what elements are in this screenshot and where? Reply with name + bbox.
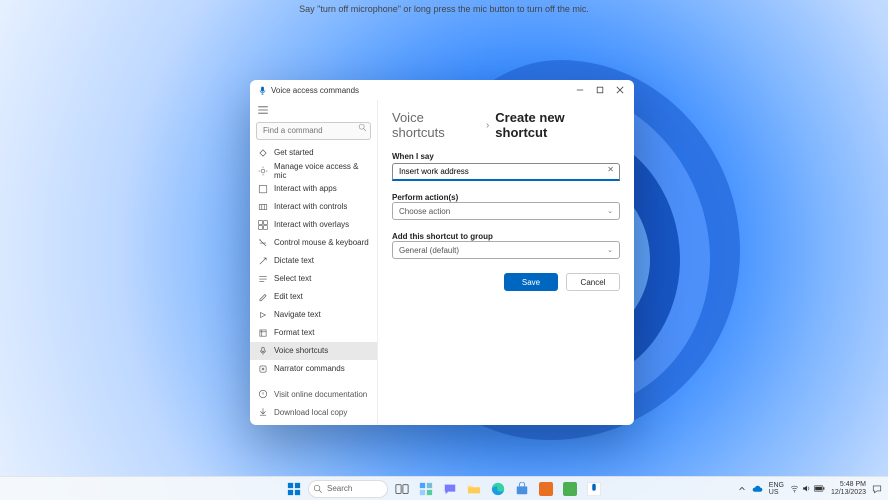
sidebar-item-label: Manage voice access & mic <box>274 162 369 180</box>
clear-input-icon[interactable]: ✕ <box>607 165 614 174</box>
group-dropdown[interactable]: General (default) ⌄ <box>392 241 620 259</box>
choose-action-placeholder: Choose action <box>399 207 450 216</box>
sidebar-item-icon <box>258 274 268 284</box>
sidebar-item-icon <box>258 184 268 194</box>
sidebar-item-label: Edit text <box>274 292 303 301</box>
sidebar-item-select-text[interactable]: Select text <box>250 270 377 288</box>
close-button[interactable] <box>610 80 630 100</box>
sidebar-item-navigate-text[interactable]: Navigate text <box>250 306 377 324</box>
sidebar-item-label: Dictate text <box>274 256 314 265</box>
sidebar-item-icon <box>258 148 268 158</box>
pinned-app-1[interactable] <box>536 479 556 499</box>
sidebar-item-label: Select text <box>274 274 311 283</box>
onedrive-icon[interactable] <box>752 485 763 493</box>
sidebar-item-icon <box>258 202 268 212</box>
chat-button[interactable] <box>440 479 460 499</box>
main-content: Voice shortcuts › Create new shortcut Wh… <box>378 100 634 425</box>
when-i-say-input[interactable] <box>392 163 620 181</box>
taskbar-clock[interactable]: 5:48 PM 12/13/2023 <box>831 481 866 497</box>
sidebar-footer-visit-online-documentation[interactable]: Visit online documentation <box>250 385 377 403</box>
sidebar-item-narrator-commands[interactable]: Narrator commands <box>250 360 377 378</box>
chevron-right-icon: › <box>486 120 489 131</box>
pinned-app-2[interactable] <box>560 479 580 499</box>
notifications-button[interactable] <box>872 484 882 494</box>
sidebar-item-format-text[interactable]: Format text <box>250 324 377 342</box>
sidebar-item-label: Interact with controls <box>274 202 347 211</box>
edge-button[interactable] <box>488 479 508 499</box>
taskbar: Search ENGUS 5:48 PM 12/13/202 <box>0 476 888 500</box>
sidebar-item-label: Download local copy <box>274 408 347 417</box>
chevron-down-icon: ⌄ <box>607 207 613 215</box>
start-button[interactable] <box>284 479 304 499</box>
search-icon <box>358 123 367 132</box>
tray-overflow-button[interactable] <box>738 485 746 493</box>
sidebar-item-label: Control mouse & keyboard <box>274 238 369 247</box>
mic-icon <box>258 86 267 95</box>
sidebar-item-label: Format text <box>274 328 314 337</box>
maximize-button[interactable] <box>590 80 610 100</box>
group-value: General (default) <box>399 246 459 255</box>
sidebar-item-control-mouse-keyboard[interactable]: Control mouse & keyboard <box>250 234 377 252</box>
sidebar-item-edit-text[interactable]: Edit text <box>250 288 377 306</box>
sidebar-item-interact-with-overlays[interactable]: Interact with overlays <box>250 216 377 234</box>
sidebar-item-label: Voice shortcuts <box>274 346 328 355</box>
cancel-button[interactable]: Cancel <box>566 273 620 291</box>
sidebar-item-label: Visit online documentation <box>274 390 367 399</box>
sidebar-item-icon <box>258 346 268 356</box>
sidebar-item-interact-with-apps[interactable]: Interact with apps <box>250 180 377 198</box>
store-button[interactable] <box>512 479 532 499</box>
sidebar-item-icon <box>258 238 268 248</box>
voice-access-commands-window: Voice access commands Get st <box>250 80 634 425</box>
sidebar-item-icon <box>258 389 268 399</box>
widgets-button[interactable] <box>416 479 436 499</box>
breadcrumb-leaf: Create new shortcut <box>495 110 620 140</box>
sidebar-footer-download-local-copy[interactable]: Download local copy <box>250 403 377 421</box>
voice-access-hint: Say "turn off microphone" or long press … <box>0 4 888 14</box>
sidebar-item-interact-with-controls[interactable]: Interact with controls <box>250 198 377 216</box>
wifi-icon <box>790 484 799 493</box>
volume-icon <box>802 484 811 493</box>
sidebar-item-icon <box>258 256 268 266</box>
sidebar: Get started Manage voice access & mic Inte… <box>250 100 378 425</box>
window-title: Voice access commands <box>271 86 359 95</box>
perform-action-label: Perform action(s) <box>392 193 620 202</box>
add-to-group-label: Add this shortcut to group <box>392 232 620 241</box>
battery-icon <box>814 485 825 492</box>
system-tray-group[interactable] <box>790 484 825 493</box>
sidebar-item-label: Get started <box>274 148 314 157</box>
when-i-say-label: When I say <box>392 152 620 161</box>
voice-access-app[interactable] <box>584 479 604 499</box>
sidebar-item-icon <box>258 310 268 320</box>
sidebar-item-icon <box>258 292 268 302</box>
search-input[interactable] <box>256 122 371 140</box>
save-button[interactable]: Save <box>504 273 558 291</box>
hamburger-icon[interactable] <box>250 104 377 116</box>
task-view-button[interactable] <box>392 479 412 499</box>
explorer-button[interactable] <box>464 479 484 499</box>
sidebar-item-get-started[interactable]: Get started <box>250 144 377 162</box>
sidebar-item-icon <box>258 407 268 417</box>
taskbar-search[interactable]: Search <box>308 480 388 498</box>
breadcrumb-root[interactable]: Voice shortcuts <box>392 110 480 140</box>
sidebar-item-label: Navigate text <box>274 310 321 319</box>
choose-action-dropdown[interactable]: Choose action ⌄ <box>392 202 620 220</box>
sidebar-item-icon <box>258 328 268 338</box>
breadcrumb: Voice shortcuts › Create new shortcut <box>392 110 620 140</box>
chevron-down-icon: ⌄ <box>607 246 613 254</box>
sidebar-item-icon <box>258 364 268 374</box>
sidebar-item-voice-shortcuts[interactable]: Voice shortcuts <box>250 342 377 360</box>
sidebar-item-icon <box>258 166 268 176</box>
titlebar: Voice access commands <box>250 80 634 100</box>
taskbar-search-placeholder: Search <box>327 484 352 493</box>
sidebar-item-dictate-text[interactable]: Dictate text <box>250 252 377 270</box>
sidebar-item-icon <box>258 220 268 230</box>
sidebar-item-manage-voice-access-mic[interactable]: Manage voice access & mic <box>250 162 377 180</box>
sidebar-item-label: Interact with apps <box>274 184 337 193</box>
language-indicator[interactable]: ENGUS <box>769 482 784 496</box>
sidebar-item-label: Interact with overlays <box>274 220 349 229</box>
minimize-button[interactable] <box>570 80 590 100</box>
sidebar-item-label: Narrator commands <box>274 364 345 373</box>
